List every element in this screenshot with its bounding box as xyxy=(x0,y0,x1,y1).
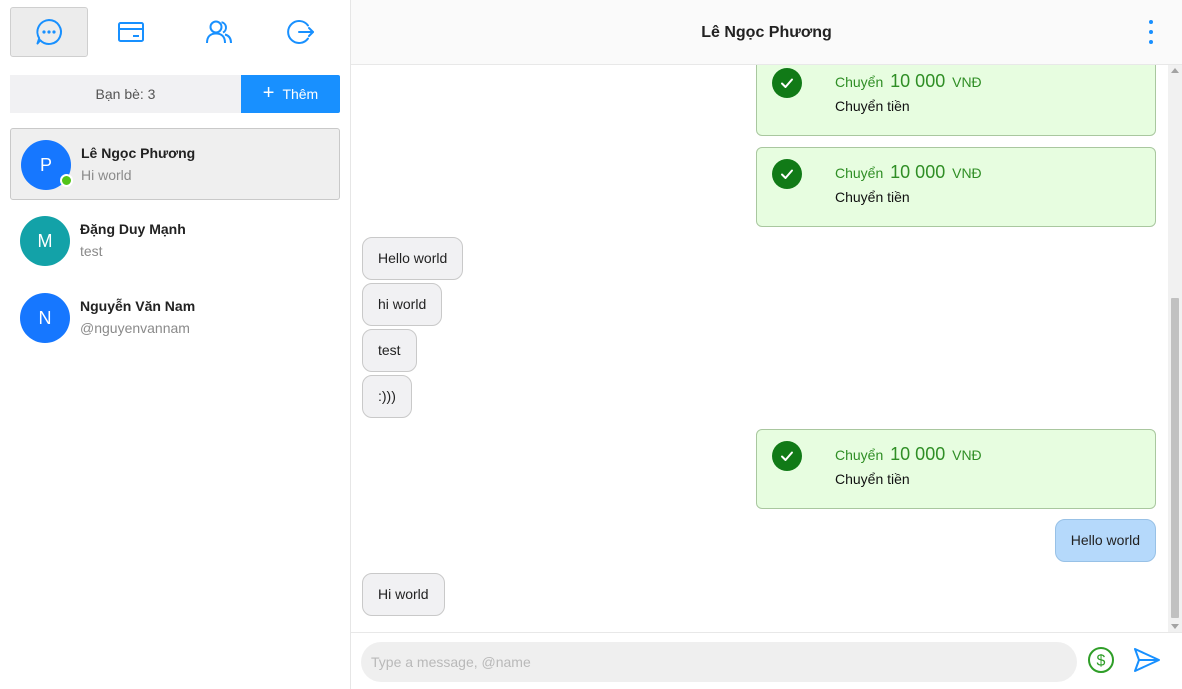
transfer-amount: 10 000 xyxy=(890,162,946,182)
contact-name: Nguyễn Văn Nam xyxy=(80,298,196,314)
transfer-amount: 10 000 xyxy=(890,71,946,91)
transfer-prefix: Chuyển xyxy=(835,74,884,90)
avatar-initial: M xyxy=(37,230,53,251)
sidebar-nav xyxy=(0,0,350,64)
dollar-circle-icon: $ xyxy=(1088,647,1114,673)
friend-count: Bạn bè: 3 xyxy=(10,75,241,113)
check-circle-icon xyxy=(772,68,802,98)
message-input[interactable] xyxy=(361,642,1077,682)
transfer-currency: VNĐ xyxy=(952,74,982,90)
more-options-icon[interactable] xyxy=(1144,19,1158,45)
contact-username: @nguyenvannam xyxy=(80,320,190,336)
card-icon xyxy=(118,22,144,42)
add-friend-button[interactable]: + Thêm xyxy=(241,75,340,113)
avatar: M xyxy=(20,216,70,266)
transfer-prefix: Chuyển xyxy=(835,447,884,463)
send-icon xyxy=(1134,648,1160,672)
message-list[interactable]: Chuyển 10 000 VNĐ Chuyển tiền Chuyển 10 … xyxy=(351,65,1182,632)
contact-last-message: Hi world xyxy=(81,167,132,183)
scrollbar-thumb[interactable] xyxy=(1171,298,1179,618)
incoming-message: test xyxy=(362,329,417,372)
scroll-up-arrow-icon[interactable] xyxy=(1171,68,1179,73)
outgoing-message: Hello world xyxy=(1054,519,1156,562)
contact-name: Đặng Duy Mạnh xyxy=(80,221,186,237)
contacts-icon xyxy=(206,20,232,44)
sidebar: Bạn bè: 3 + Thêm P Lê Ngọc Phương Hi wor… xyxy=(0,0,351,689)
transfer-amount-line: Chuyển 10 000 VNĐ xyxy=(835,162,982,183)
transfer-message: Chuyển 10 000 VNĐ Chuyển tiền xyxy=(756,65,1156,136)
transfer-currency: VNĐ xyxy=(952,165,982,181)
online-status-dot xyxy=(60,174,73,187)
scroll-down-arrow-icon[interactable] xyxy=(1171,624,1179,629)
transfer-currency: VNĐ xyxy=(952,447,982,463)
avatar-initial: N xyxy=(38,307,52,328)
transfer-message: Chuyển 10 000 VNĐ Chuyển tiền xyxy=(756,429,1156,509)
send-money-button[interactable]: $ xyxy=(1087,646,1115,674)
incoming-message: Hello world xyxy=(362,237,464,280)
contact-item[interactable]: P Lê Ngọc Phương Hi world xyxy=(10,128,340,200)
message-composer: $ xyxy=(351,632,1182,689)
chat-icon xyxy=(36,19,62,45)
contact-last-message: test xyxy=(80,243,103,259)
chat-panel: Lê Ngọc Phương Chuyển 10 000 VNĐ Chuyển … xyxy=(351,0,1182,689)
nav-logout-button[interactable] xyxy=(262,7,340,57)
nav-contacts-button[interactable] xyxy=(180,7,258,57)
transfer-note: Chuyển tiền xyxy=(835,98,910,114)
svg-text:$: $ xyxy=(1097,653,1106,670)
contact-item[interactable]: M Đặng Duy Mạnh test xyxy=(10,205,340,277)
check-circle-icon xyxy=(772,159,802,189)
contact-name: Lê Ngọc Phương xyxy=(81,145,196,161)
logout-icon xyxy=(287,20,314,44)
contact-item[interactable]: N Nguyễn Văn Nam @nguyenvannam xyxy=(10,282,340,354)
avatar-initial: P xyxy=(39,154,52,175)
incoming-message: :))) xyxy=(362,375,412,418)
avatar: P xyxy=(21,140,73,190)
incoming-message: Hi world xyxy=(362,573,445,616)
send-button[interactable] xyxy=(1132,645,1162,675)
transfer-message: Chuyển 10 000 VNĐ Chuyển tiền xyxy=(756,147,1156,227)
incoming-message: hi world xyxy=(362,283,443,326)
plus-icon: + xyxy=(262,82,275,104)
chat-header: Lê Ngọc Phương xyxy=(351,0,1182,65)
add-friend-label: Thêm xyxy=(282,86,319,102)
nav-card-button[interactable] xyxy=(92,7,170,57)
message-scrollbar[interactable] xyxy=(1168,65,1182,632)
transfer-amount: 10 000 xyxy=(890,444,946,464)
nav-chats-button[interactable] xyxy=(10,7,88,57)
transfer-note: Chuyển tiền xyxy=(835,471,910,487)
friend-bar: Bạn bè: 3 + Thêm xyxy=(10,75,340,113)
transfer-amount-line: Chuyển 10 000 VNĐ xyxy=(835,444,982,465)
check-circle-icon xyxy=(772,441,802,471)
avatar: N xyxy=(20,293,70,343)
transfer-amount-line: Chuyển 10 000 VNĐ xyxy=(835,71,982,92)
transfer-note: Chuyển tiền xyxy=(835,189,910,205)
transfer-prefix: Chuyển xyxy=(835,165,884,181)
app-window: Bạn bè: 3 + Thêm P Lê Ngọc Phương Hi wor… xyxy=(0,0,1182,689)
chat-title: Lê Ngọc Phương xyxy=(701,24,832,41)
